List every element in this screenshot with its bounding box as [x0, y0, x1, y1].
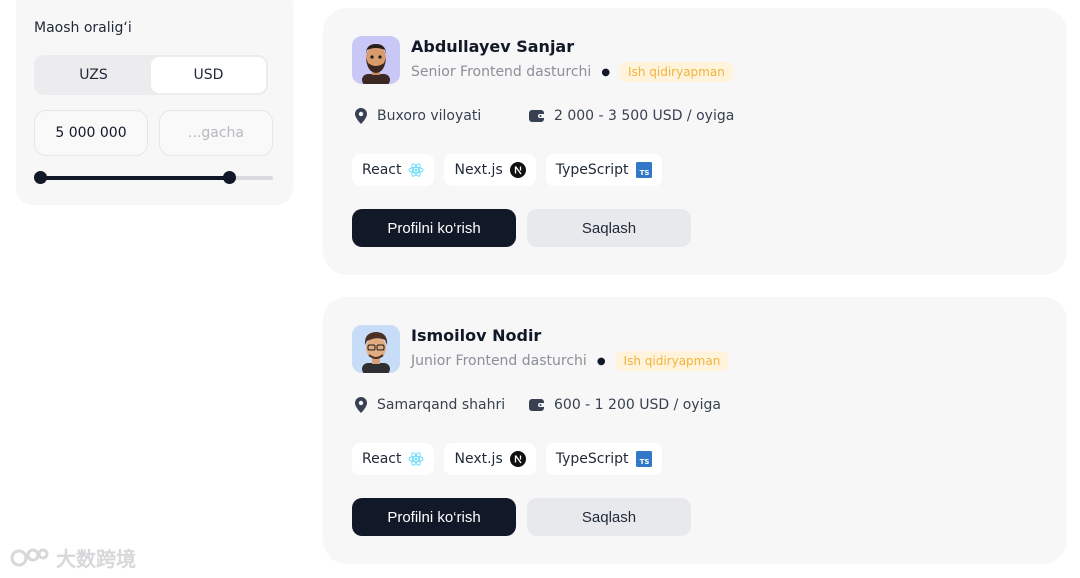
location-text: Samarqand shahri [377, 397, 506, 413]
candidate-salary: 600 - 1 200 USD / oyiga [529, 397, 721, 413]
skill-label: TypeScript [555, 451, 629, 467]
avatar [352, 325, 400, 373]
avatar [352, 36, 400, 84]
slider-handle-min[interactable] [34, 171, 47, 184]
candidate-card: Abdullayev Sanjar Senior Frontend dastur… [323, 8, 1067, 275]
salary-filter-panel: Maosh oralig‘i UZS USD 5 000 000 ...gach… [16, 0, 293, 205]
currency-option-usd[interactable]: USD [151, 57, 266, 93]
candidate-name: Ismoilov Nodir [411, 326, 542, 345]
watermark-logo-icon [10, 548, 49, 566]
skill-tag: Next.js [444, 154, 536, 186]
location-pin-icon [355, 397, 367, 413]
save-button[interactable]: Saqlash [527, 498, 691, 536]
location-pin-icon [355, 108, 367, 124]
currency-toggle[interactable]: UZS USD [34, 55, 268, 95]
typescript-icon: TS [635, 162, 652, 178]
react-icon [408, 162, 424, 178]
status-badge: Ish qidiryapman [615, 351, 729, 371]
skills-list: React Next.js TypeScript TS [352, 154, 662, 186]
candidate-name: Abdullayev Sanjar [411, 37, 575, 56]
nextjs-icon [509, 451, 526, 467]
skill-label: Next.js [454, 162, 503, 178]
skill-tag: React [352, 443, 435, 475]
wallet-icon [529, 110, 545, 122]
skill-tag: React [352, 154, 435, 186]
skill-label: TypeScript [555, 162, 629, 178]
candidate-subline: Senior Frontend dasturchi ● Ish qidiryap… [411, 62, 733, 82]
skill-tag: TypeScript TS [545, 443, 662, 475]
skill-label: React [362, 451, 402, 467]
candidate-role: Senior Frontend dasturchi [411, 64, 592, 80]
save-button[interactable]: Saqlash [527, 209, 691, 247]
wallet-icon [529, 399, 545, 411]
svg-text:TS: TS [639, 458, 649, 466]
nextjs-icon [509, 162, 526, 178]
candidate-location: Samarqand shahri [354, 397, 505, 413]
separator-dot: ● [596, 355, 606, 367]
typescript-icon: TS [635, 451, 652, 467]
candidate-salary: 2 000 - 3 500 USD / oyiga [529, 108, 734, 124]
filter-title: Maosh oralig‘i [34, 20, 132, 36]
salary-range-slider[interactable] [34, 171, 273, 184]
separator-dot: ● [601, 66, 611, 78]
candidate-card: Ismoilov Nodir Junior Frontend dasturchi… [323, 297, 1067, 564]
candidate-subline: Junior Frontend dasturchi ● Ish qidiryap… [411, 351, 729, 371]
currency-option-uzs[interactable]: UZS [36, 57, 151, 93]
location-text: Buxoro viloyati [377, 108, 482, 124]
salary-text: 2 000 - 3 500 USD / oyiga [554, 108, 735, 124]
skill-tag: Next.js [444, 443, 536, 475]
slider-fill [40, 176, 229, 180]
react-icon [408, 451, 424, 467]
svg-text:TS: TS [639, 169, 649, 177]
view-profile-button[interactable]: Profilni ko‘rish [352, 498, 516, 536]
watermark-text: 大数跨境 [56, 547, 136, 571]
salary-text: 600 - 1 200 USD / oyiga [554, 397, 721, 413]
slider-handle-max[interactable] [222, 171, 236, 184]
skill-label: Next.js [454, 451, 503, 467]
status-badge: Ish qidiryapman [620, 62, 733, 82]
salary-from-input[interactable]: 5 000 000 [34, 110, 148, 156]
skills-list: React Next.js TypeScript TS [352, 443, 662, 475]
skill-tag: TypeScript TS [545, 154, 662, 186]
watermark: 大数跨境 [10, 543, 136, 572]
skill-label: React [362, 162, 402, 178]
view-profile-button[interactable]: Profilni ko‘rish [352, 209, 516, 247]
candidate-role: Junior Frontend dasturchi [411, 353, 587, 369]
candidate-location: Buxoro viloyati [354, 108, 481, 124]
salary-to-input[interactable]: ...gacha [159, 110, 273, 156]
